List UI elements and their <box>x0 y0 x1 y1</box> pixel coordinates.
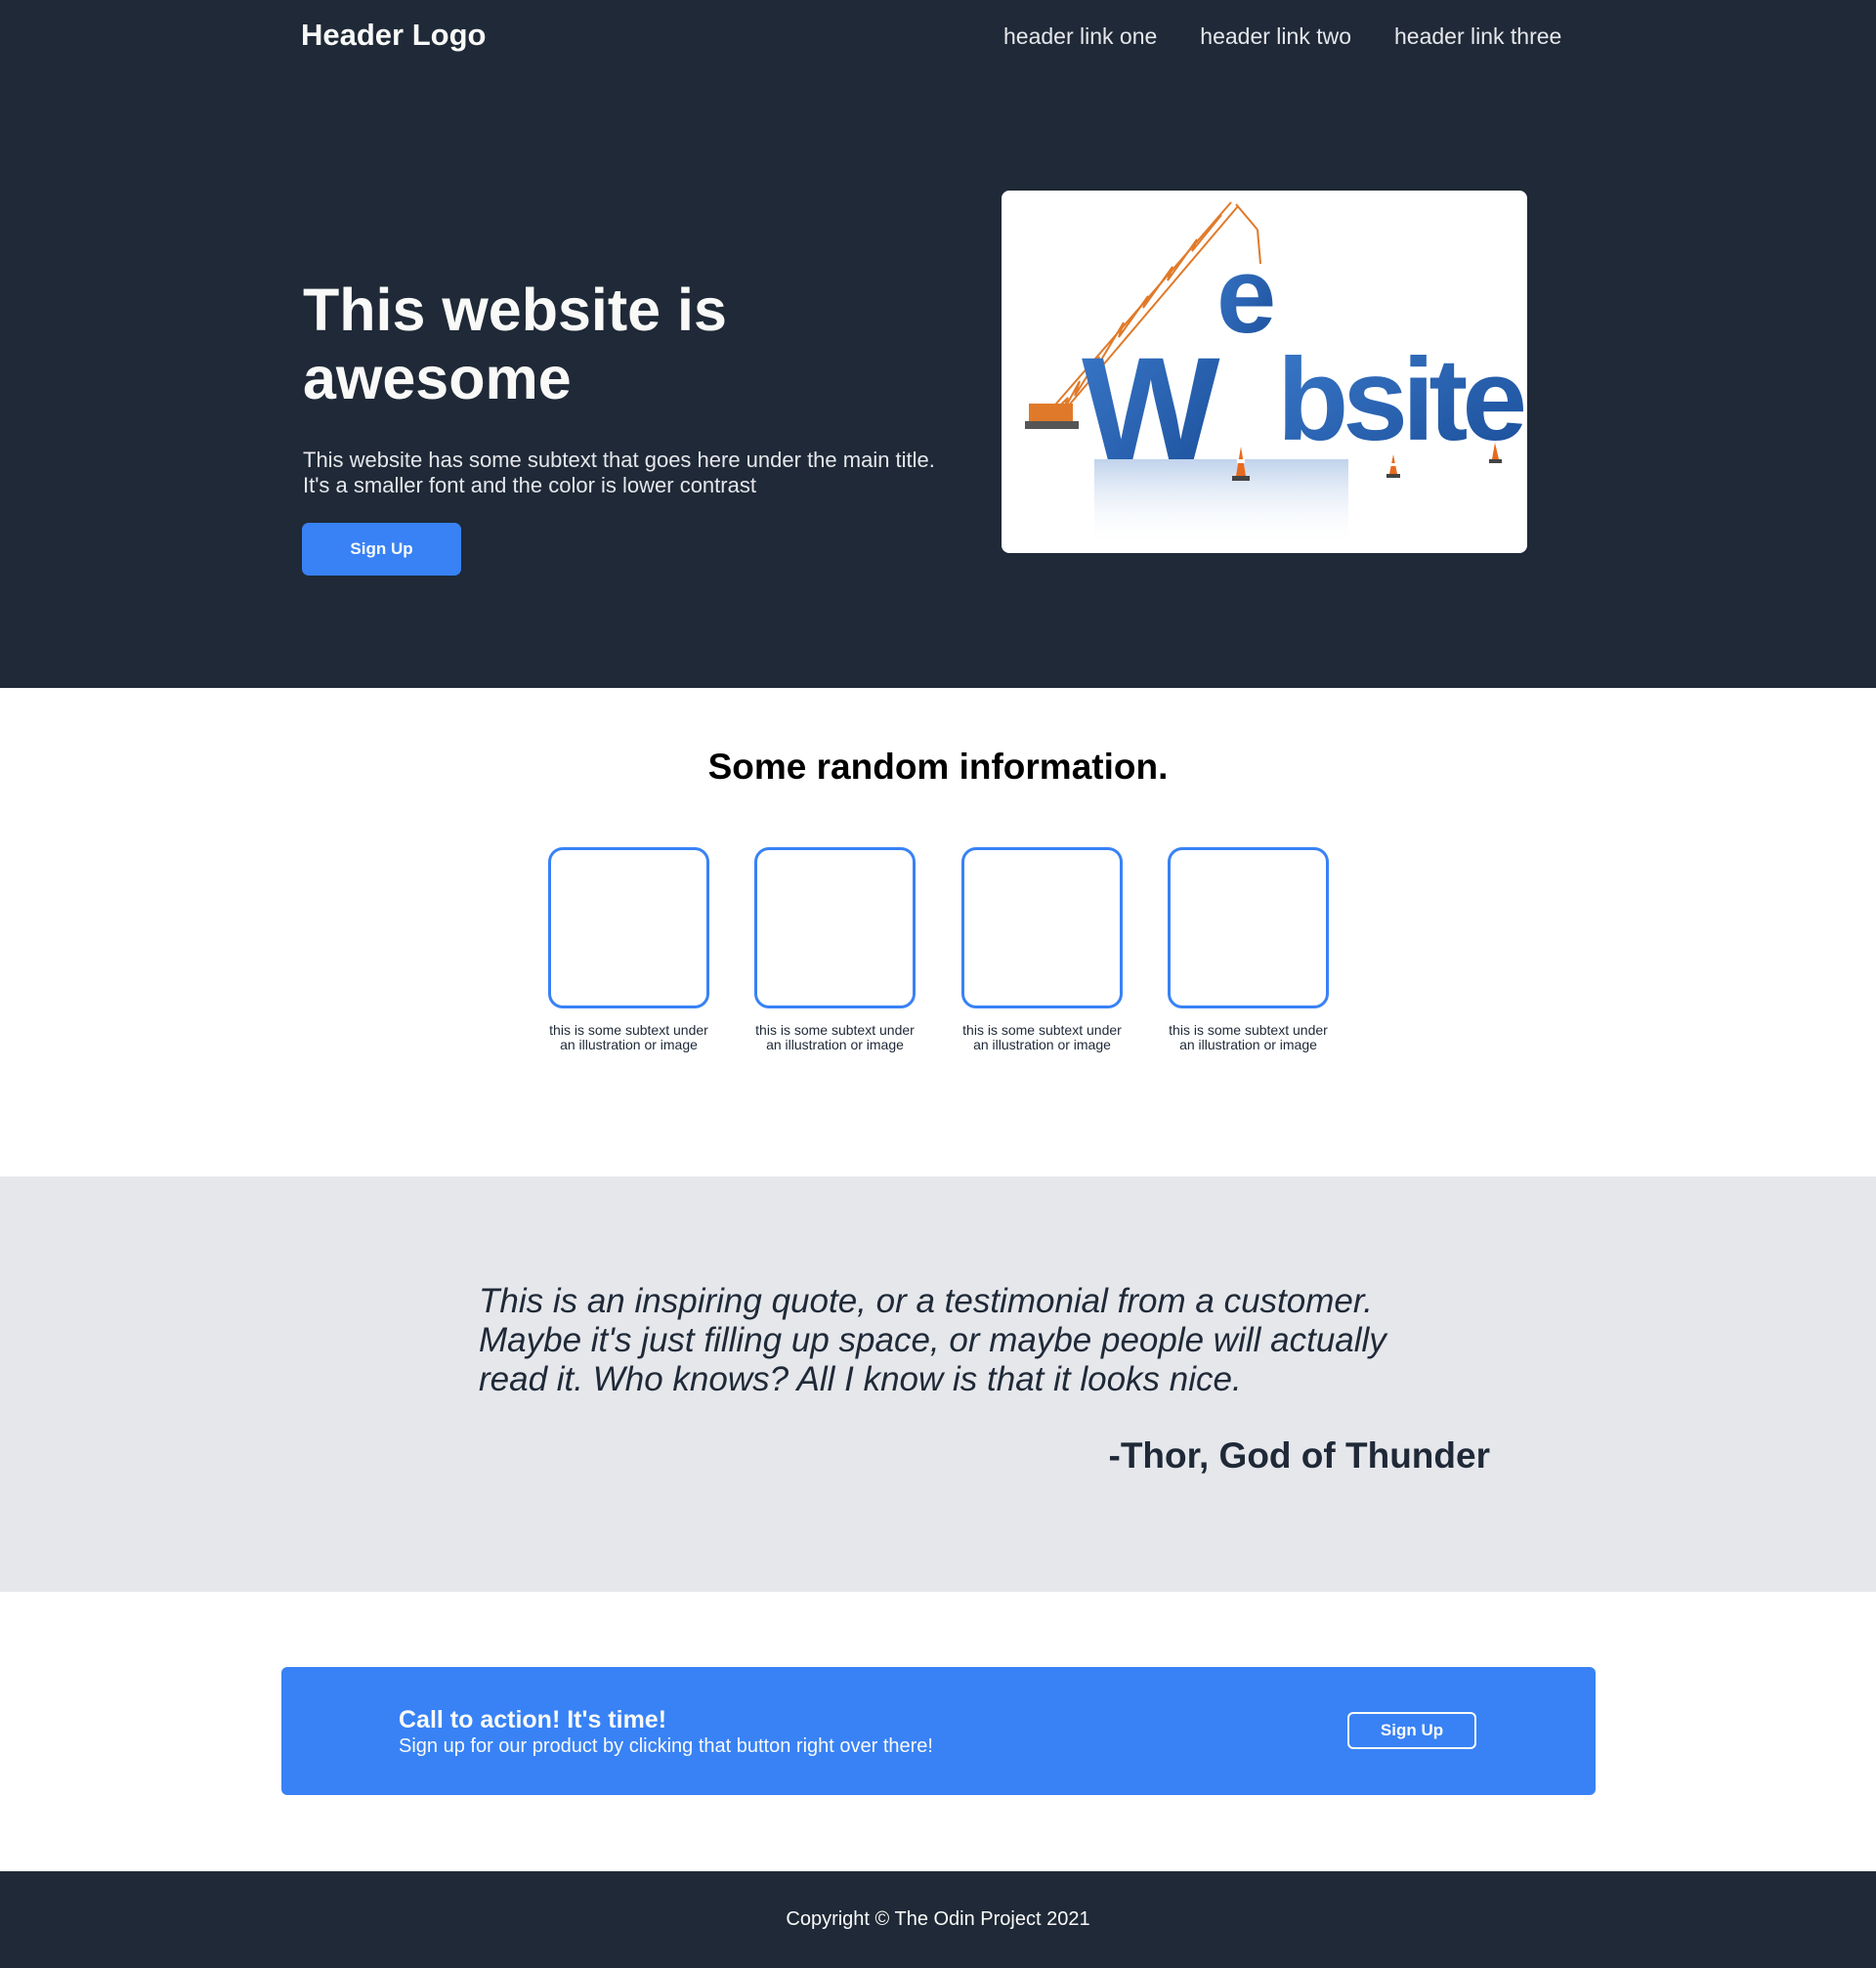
header-nav: header link one header link two header l… <box>1003 23 1561 50</box>
testimonial-quote: This is an inspiring quote, or a testimo… <box>479 1282 1417 1399</box>
info-section: Some random information. this is some su… <box>0 688 1876 1177</box>
nav-link-two[interactable]: header link two <box>1200 23 1351 50</box>
cta-subtitle: Sign up for our product by clicking that… <box>399 1735 933 1757</box>
info-card: this is some subtext under an illustrati… <box>1168 847 1329 1052</box>
card-caption-line: this is some subtext under <box>1169 1022 1328 1038</box>
cta-section: Call to action! It's time! Sign up for o… <box>0 1592 1876 1871</box>
hero-image: W e bsite <box>1002 191 1527 553</box>
card-caption-line: an illustration or image <box>973 1037 1111 1052</box>
card-caption-line: an illustration or image <box>766 1037 904 1052</box>
nav-link-three[interactable]: header link three <box>1394 23 1561 50</box>
quote-line: This is an inspiring quote, or a testimo… <box>479 1282 1373 1320</box>
quote-line: Maybe it's just filling up space, or may… <box>479 1321 1386 1359</box>
cta-banner: Call to action! It's time! Sign up for o… <box>281 1667 1596 1795</box>
illustration-placeholder <box>754 847 916 1008</box>
card-caption: this is some subtext under an illustrati… <box>961 1023 1123 1052</box>
crane-base-icon <box>1029 404 1073 423</box>
hero-title: This website is awesome <box>303 277 727 411</box>
quote-section: This is an inspiring quote, or a testimo… <box>0 1177 1876 1592</box>
hero-subtitle: This website has some subtext that goes … <box>303 448 987 498</box>
card-caption-line: an illustration or image <box>1179 1037 1317 1052</box>
website-letters-icon: W e bsite <box>1082 235 1527 491</box>
hero-subtitle-line: This website has some subtext that goes … <box>303 448 935 472</box>
nav-link-one[interactable]: header link one <box>1003 23 1157 50</box>
card-caption-line: this is some subtext under <box>962 1022 1122 1038</box>
quote-author: -Thor, God of Thunder <box>1108 1435 1491 1476</box>
card-caption-line: this is some subtext under <box>549 1022 708 1038</box>
svg-text:bsite: bsite <box>1277 334 1523 465</box>
card-caption: this is some subtext under an illustrati… <box>1168 1023 1329 1052</box>
hero-signup-button[interactable]: Sign Up <box>302 523 461 576</box>
card-caption: this is some subtext under an illustrati… <box>754 1023 916 1052</box>
footer-copyright: Copyright © The Odin Project 2021 <box>786 1908 1090 1930</box>
info-card: this is some subtext under an illustrati… <box>548 847 709 1052</box>
footer: Copyright © The Odin Project 2021 <box>0 1871 1876 1968</box>
info-title: Some random information. <box>707 747 1169 787</box>
info-card: this is some subtext under an illustrati… <box>961 847 1123 1052</box>
card-caption: this is some subtext under an illustrati… <box>548 1023 709 1052</box>
hero-subtitle-line: It's a smaller font and the color is low… <box>303 473 756 497</box>
illustration-placeholder <box>1168 847 1329 1008</box>
header-logo[interactable]: Header Logo <box>301 18 486 53</box>
hero-section: Header Logo header link one header link … <box>0 0 1876 688</box>
cta-title: Call to action! It's time! <box>399 1706 667 1733</box>
quote-line: read it. Who knows? All I know is that i… <box>479 1360 1242 1398</box>
card-caption-line: an illustration or image <box>560 1037 698 1052</box>
website-construction-illustration: W e bsite <box>1025 201 1527 547</box>
illustration-placeholder <box>548 847 709 1008</box>
card-caption-line: this is some subtext under <box>755 1022 915 1038</box>
illustration-placeholder <box>961 847 1123 1008</box>
svg-text:e: e <box>1216 235 1276 356</box>
cta-signup-button[interactable]: Sign Up <box>1347 1712 1476 1749</box>
info-card: this is some subtext under an illustrati… <box>754 847 916 1052</box>
